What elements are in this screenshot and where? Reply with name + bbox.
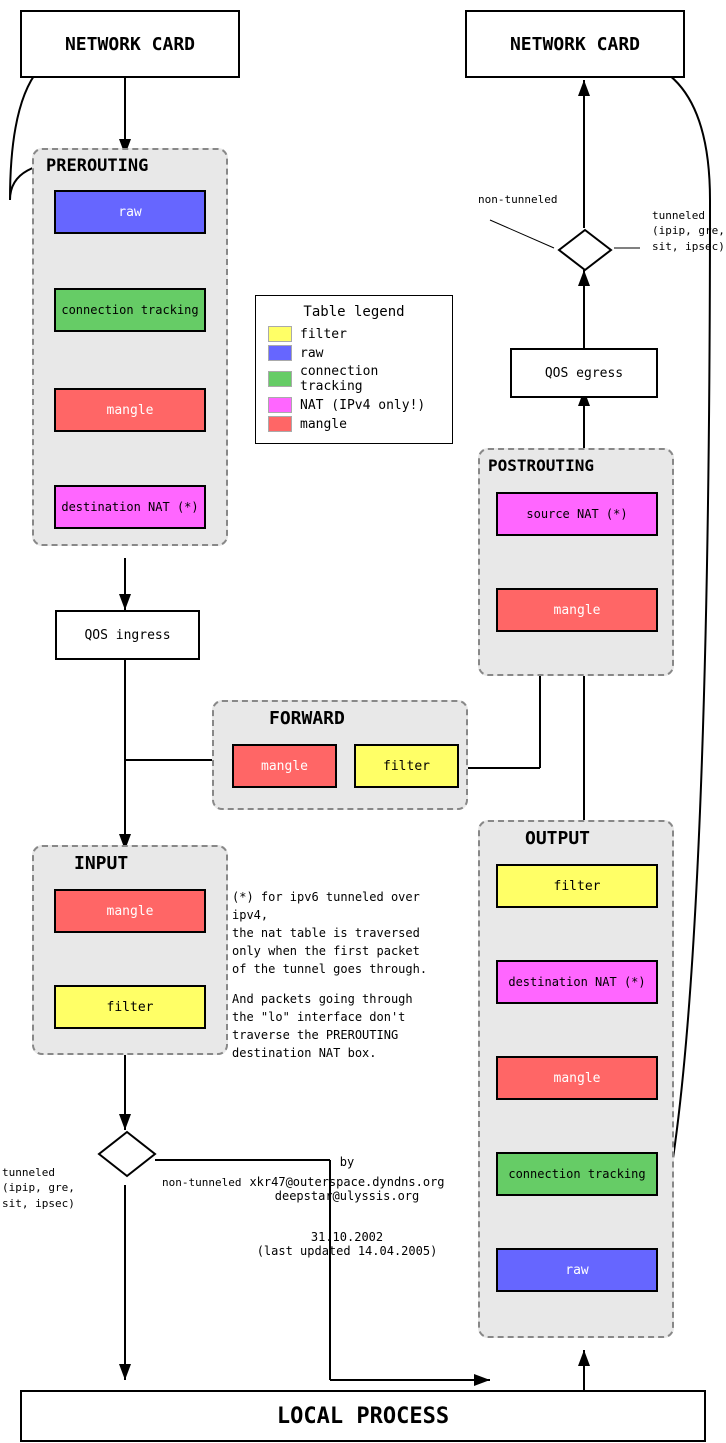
- diagram: NETWORK CARD NETWORK CARD PREROUTING raw…: [0, 0, 726, 1443]
- legend-item-mangle: mangle: [268, 416, 440, 432]
- output-chain: OUTPUT filter destination NAT (*) mangle…: [478, 820, 674, 1338]
- legend-box: Table legend filter raw connection track…: [255, 295, 453, 444]
- legend-item-conntrack: connection tracking: [268, 364, 440, 394]
- qos-egress: QOS egress: [510, 348, 658, 398]
- output-conntrack: connection tracking: [496, 1152, 658, 1196]
- input-mangle: mangle: [54, 889, 206, 933]
- note-text-2: And packets going through the "lo" inter…: [232, 990, 462, 1062]
- postrouting-source-nat: source NAT (*): [496, 492, 658, 536]
- legend-color-conntrack: [268, 371, 292, 387]
- output-mangle: mangle: [496, 1056, 658, 1100]
- local-process: LOCAL PROCESS: [20, 1390, 706, 1442]
- network-card-right: NETWORK CARD: [465, 10, 685, 78]
- qos-ingress: QOS ingress: [55, 610, 200, 660]
- postrouting-mangle: mangle: [496, 588, 658, 632]
- prerouting-dest-nat: destination NAT (*): [54, 485, 206, 529]
- diamond-top-right: [557, 228, 613, 272]
- network-card-left: NETWORK CARD: [20, 10, 240, 78]
- legend-color-mangle: [268, 416, 292, 432]
- prerouting-chain: PREROUTING raw connection tracking mangl…: [32, 148, 228, 546]
- output-filter: filter: [496, 864, 658, 908]
- by-line: by: [232, 1155, 462, 1169]
- forward-filter: filter: [354, 744, 459, 788]
- legend-color-nat: [268, 397, 292, 413]
- input-chain: INPUT mangle filter: [32, 845, 228, 1055]
- legend-title: Table legend: [268, 304, 440, 320]
- prerouting-conntrack: connection tracking: [54, 288, 206, 332]
- non-tunneled-left-label: non-tunneled: [162, 1175, 241, 1192]
- legend-item-nat: NAT (IPv4 only!): [268, 397, 440, 413]
- tunneled-right-label: tunneled (ipip, gre, sit, ipsec): [652, 208, 725, 254]
- output-label: OUTPUT: [525, 828, 590, 849]
- input-filter: filter: [54, 985, 206, 1029]
- output-raw: raw: [496, 1248, 658, 1292]
- prerouting-mangle: mangle: [54, 388, 206, 432]
- diamond-bottom-left: [97, 1130, 157, 1178]
- forward-label: FORWARD: [269, 708, 345, 729]
- output-dest-nat: destination NAT (*): [496, 960, 658, 1004]
- legend-item-filter: filter: [268, 326, 440, 342]
- legend-color-filter: [268, 326, 292, 342]
- non-tunneled-right-label: non-tunneled: [478, 192, 557, 209]
- prerouting-raw: raw: [54, 190, 206, 234]
- postrouting-chain: POSTROUTING source NAT (*) mangle: [478, 448, 674, 676]
- prerouting-label: PREROUTING: [46, 156, 148, 176]
- legend-color-raw: [268, 345, 292, 361]
- forward-mangle: mangle: [232, 744, 337, 788]
- forward-chain: FORWARD mangle filter: [212, 700, 468, 810]
- note-text-1: (*) for ipv6 tunneled over ipv4, the nat…: [232, 888, 462, 978]
- authors: xkr47@outerspace.dyndns.org deepstar@uly…: [232, 1175, 462, 1203]
- postrouting-label: POSTROUTING: [488, 456, 594, 475]
- input-label: INPUT: [74, 853, 128, 874]
- tunneled-left-label: tunneled (ipip, gre, sit, ipsec): [2, 1165, 75, 1211]
- legend-item-raw: raw: [268, 345, 440, 361]
- date: 31.10.2002 (last updated 14.04.2005): [232, 1230, 462, 1258]
